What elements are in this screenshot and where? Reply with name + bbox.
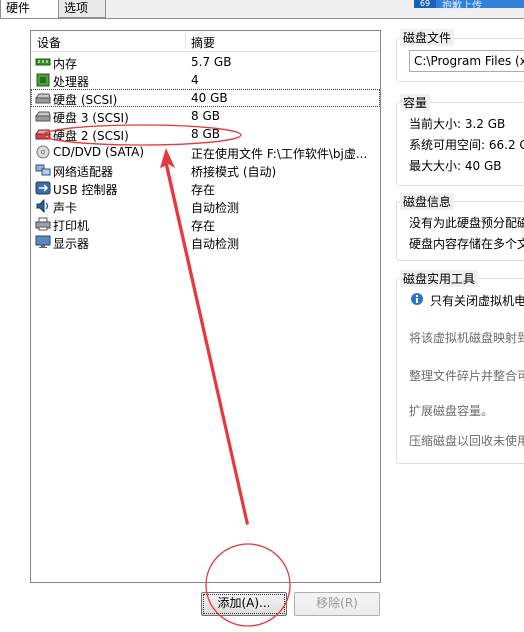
hard-disk-red-icon	[35, 129, 51, 140]
hard-disk-icon	[35, 93, 51, 104]
capacity-title: 容量	[400, 94, 431, 111]
disk-info-title: 磁盘信息	[400, 193, 455, 210]
display-icon	[35, 235, 51, 248]
device-list[interactable]: 设备 摘要 内存 5.7 GB 处理器 4 硬盘 (SCSI) 40 GB 硬盘…	[30, 30, 381, 583]
disk-info-line-1: 没有为此硬盘预分配磁	[409, 216, 524, 230]
defragment-text: 整理文件碎片并整合可	[409, 369, 524, 383]
device-row-processor[interactable]: 处理器 4	[31, 71, 380, 89]
available-space: 系统可用空间: 66.2 G	[409, 138, 524, 152]
device-row-sound-card[interactable]: 声卡 自动检测	[31, 197, 380, 215]
tab-bar: 硬件 选项	[0, 0, 524, 18]
current-size: 当前大小: 3.2 GB	[409, 117, 506, 131]
device-row-hard-disk-3[interactable]: 硬盘 3 (SCSI) 8 GB	[31, 107, 380, 125]
column-separator	[185, 33, 186, 49]
disk-utilities-title: 磁盘实用工具	[400, 270, 479, 287]
tab-hardware[interactable]: 硬件	[0, 0, 60, 18]
compact-disk-text: 压缩磁盘以回收未使用	[409, 434, 524, 448]
utilities-notice: 只有关闭虚拟机电	[430, 294, 524, 308]
device-summary: 正在使用文件 F:\工作软件\bj虚...	[191, 147, 368, 161]
device-summary: 5.7 GB	[191, 55, 232, 69]
device-row-hard-disk-scsi[interactable]: 硬盘 (SCSI) 40 GB	[31, 89, 380, 107]
device-name: 网络适配器	[53, 165, 114, 179]
info-icon	[411, 293, 423, 305]
device-name: 硬盘 (SCSI)	[53, 93, 118, 107]
expand-disk-text: 扩展磁盘容量。	[409, 404, 494, 418]
device-summary: 桥接模式 (自动)	[191, 165, 277, 179]
device-name: CD/DVD (SATA)	[53, 145, 145, 159]
column-header-summary[interactable]: 摘要	[191, 34, 215, 51]
device-name: 显示器	[53, 237, 90, 251]
device-summary: 自动检测	[191, 201, 240, 215]
column-header-device[interactable]: 设备	[37, 34, 61, 51]
device-summary: 40 GB	[191, 91, 228, 105]
tab-options[interactable]: 选项	[58, 0, 106, 18]
device-row-network-adapter[interactable]: 网络适配器 桥接模式 (自动)	[31, 161, 380, 179]
list-header: 设备 摘要	[31, 31, 380, 52]
device-summary: 存在	[191, 219, 216, 233]
device-summary: 自动检测	[191, 237, 240, 251]
add-button[interactable]: 添加(A)...	[201, 592, 287, 616]
device-row-printer[interactable]: 打印机 存在	[31, 215, 380, 233]
disk-info-line-2: 硬盘内容存储在多个文	[409, 237, 524, 251]
device-name: 处理器	[53, 75, 90, 89]
disk-info-group	[396, 201, 524, 261]
disk-file-path: C:\Program Files (x86	[414, 54, 524, 68]
hard-disk-icon	[35, 111, 51, 122]
sound-card-icon	[36, 199, 49, 213]
device-row-display[interactable]: 显示器 自动检测	[31, 233, 380, 251]
device-name: USB 控制器	[53, 183, 118, 197]
device-name: 硬盘 3 (SCSI)	[53, 111, 129, 125]
device-summary: 8 GB	[191, 109, 220, 123]
map-disk-text: 将该虚拟机磁盘映射到	[409, 331, 524, 345]
disk-file-path-field[interactable]: C:\Program Files (x86	[409, 50, 524, 72]
network-adapter-icon	[35, 164, 51, 176]
disk-file-title: 磁盘文件	[400, 29, 455, 46]
device-name: 声卡	[53, 201, 78, 215]
device-summary: 8 GB	[191, 127, 220, 141]
device-summary: 4	[191, 73, 199, 87]
device-name: 内存	[53, 57, 78, 71]
cd-dvd-icon	[36, 145, 50, 159]
memory-icon	[35, 58, 51, 66]
device-row-usb-controller[interactable]: USB 控制器 存在	[31, 179, 380, 197]
device-row-hard-disk-2[interactable]: 硬盘 2 (SCSI) 8 GB	[31, 125, 380, 143]
device-name: 硬盘 2 (SCSI)	[53, 129, 129, 143]
device-name: 打印机	[53, 219, 90, 233]
remove-button[interactable]: 移除(R)	[294, 592, 380, 616]
printer-icon	[35, 217, 51, 231]
device-summary: 存在	[191, 183, 216, 197]
device-row-memory[interactable]: 内存 5.7 GB	[31, 53, 380, 71]
device-row-cd-dvd[interactable]: CD/DVD (SATA) 正在使用文件 F:\工作软件\bj虚...	[31, 143, 380, 161]
max-size: 最大大小: 40 GB	[409, 159, 502, 173]
usb-icon	[35, 181, 51, 195]
processor-icon	[36, 73, 50, 87]
